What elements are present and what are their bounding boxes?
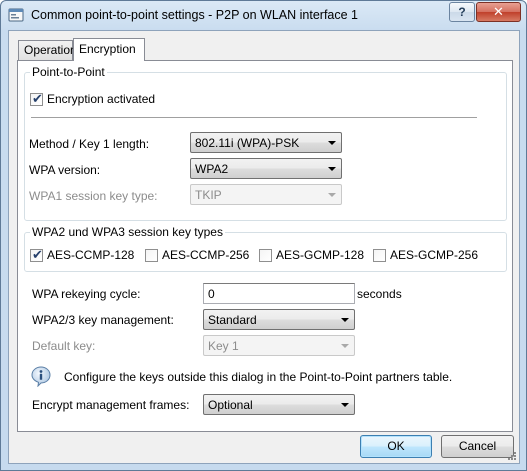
key-management-value: Standard bbox=[208, 313, 257, 327]
info-text: Configure the keys outside this dialog i… bbox=[64, 370, 453, 384]
default-key-label: Default key: bbox=[32, 339, 96, 353]
management-frames-select[interactable]: Optional bbox=[203, 394, 355, 415]
cancel-button[interactable]: Cancel bbox=[441, 435, 514, 458]
management-frames-label: Encrypt management frames: bbox=[32, 398, 190, 412]
aes-gcmp-128-label: AES-GCMP-128 bbox=[276, 248, 365, 262]
encryption-activated-label: Encryption activated bbox=[47, 92, 156, 106]
session-key-types-group-title: WPA2 und WPA3 session key types bbox=[30, 225, 225, 239]
tab-operation[interactable]: Operation bbox=[18, 40, 77, 60]
key-management-label: WPA2/3 key management: bbox=[32, 313, 174, 327]
chevron-down-icon bbox=[341, 403, 349, 407]
tab-strip: Operation Encryption bbox=[9, 31, 519, 61]
chevron-down-icon bbox=[328, 141, 336, 145]
wpa1-session-key-type-label: WPA1 session key type: bbox=[29, 189, 158, 203]
help-button[interactable]: ? bbox=[449, 2, 475, 22]
wpa-version-value: WPA2 bbox=[195, 162, 229, 176]
chevron-down-icon bbox=[328, 193, 336, 197]
dialog-window: Common point-to-point settings - P2P on … bbox=[0, 0, 527, 471]
ok-button[interactable]: OK bbox=[360, 435, 432, 458]
aes-ccmp-256-label: AES-CCMP-256 bbox=[162, 248, 250, 262]
aes-gcmp-128-checkbox[interactable] bbox=[259, 249, 272, 262]
encryption-activated-checkbox[interactable]: ✔ bbox=[30, 91, 43, 106]
rekeying-cycle-label: WPA rekeying cycle: bbox=[32, 287, 141, 301]
method-value: 802.11i (WPA)-PSK bbox=[195, 136, 300, 150]
encryption-tab-panel: Point-to-Point ✔ Encryption activated Me… bbox=[17, 60, 513, 432]
wpa1-session-key-type-select[interactable]: TKIP bbox=[190, 184, 342, 205]
info-icon bbox=[31, 366, 51, 387]
point-to-point-group-title: Point-to-Point bbox=[30, 65, 107, 79]
aes-ccmp-256-checkbox[interactable] bbox=[145, 249, 158, 262]
checkmark-icon: ✔ bbox=[32, 247, 43, 262]
chevron-down-icon bbox=[341, 318, 349, 322]
wpa1-session-key-type-value: TKIP bbox=[195, 188, 222, 202]
aes-ccmp-128-label: AES-CCMP-128 bbox=[47, 248, 135, 262]
separator bbox=[31, 117, 477, 118]
point-to-point-group: Point-to-Point ✔ Encryption activated Me… bbox=[24, 65, 507, 221]
default-key-select[interactable]: Key 1 bbox=[203, 335, 355, 356]
chevron-down-icon bbox=[341, 344, 349, 348]
aes-gcmp-256-checkbox[interactable] bbox=[373, 249, 386, 262]
key-management-select[interactable]: Standard bbox=[203, 309, 355, 330]
rekeying-cycle-input[interactable]: 0 bbox=[203, 283, 355, 304]
resize-grip-icon[interactable] bbox=[507, 451, 517, 461]
window-title: Common point-to-point settings - P2P on … bbox=[31, 8, 359, 22]
title-bar[interactable]: Common point-to-point settings - P2P on … bbox=[1, 1, 526, 29]
method-label: Method / Key 1 length: bbox=[29, 137, 150, 151]
close-button[interactable]: ✕ bbox=[476, 2, 521, 22]
app-icon bbox=[8, 8, 24, 22]
wpa-version-select[interactable]: WPA2 bbox=[190, 158, 342, 179]
session-key-types-group: WPA2 und WPA3 session key types ✔ AES-CC… bbox=[24, 225, 507, 272]
management-frames-value: Optional bbox=[208, 398, 253, 412]
chevron-down-icon bbox=[328, 167, 336, 171]
rekeying-cycle-value: 0 bbox=[208, 287, 215, 301]
method-select[interactable]: 802.11i (WPA)-PSK bbox=[190, 132, 342, 153]
aes-gcmp-256-label: AES-GCMP-256 bbox=[390, 248, 479, 262]
aes-ccmp-128-checkbox[interactable]: ✔ bbox=[30, 247, 43, 262]
default-key-value: Key 1 bbox=[208, 339, 239, 353]
rekeying-unit-label: seconds bbox=[357, 287, 402, 301]
dialog-client-area: Operation Encryption Point-to-Point ✔ En… bbox=[8, 30, 520, 464]
tab-encryption[interactable]: Encryption bbox=[73, 38, 145, 61]
wpa-version-label: WPA version: bbox=[29, 163, 101, 177]
checkmark-icon: ✔ bbox=[32, 91, 43, 106]
